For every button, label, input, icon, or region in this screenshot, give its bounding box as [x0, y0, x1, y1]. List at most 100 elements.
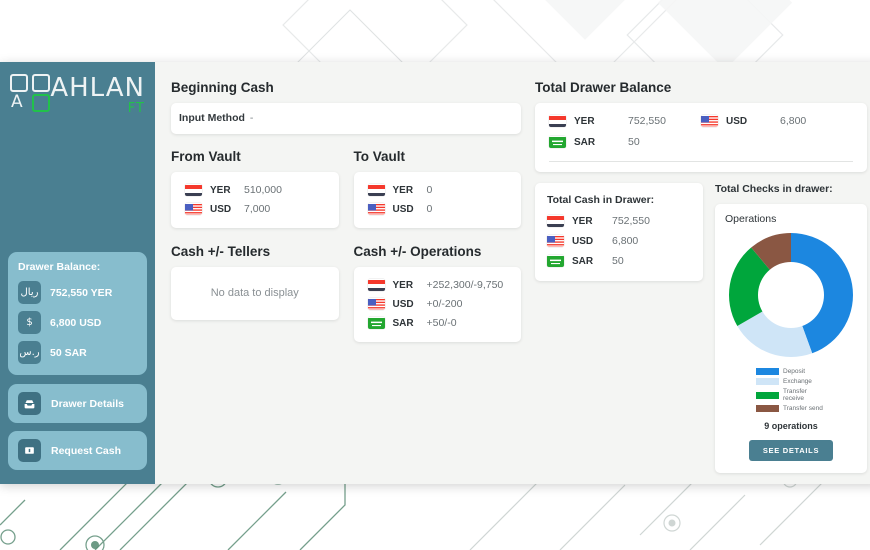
- total-drawer-balance-title: Total Drawer Balance: [535, 80, 672, 95]
- drawer-details-button[interactable]: Drawer Details: [8, 384, 147, 423]
- total-balance-cell: USD 6,800: [701, 115, 853, 127]
- request-cash-label: Request Cash: [51, 444, 122, 457]
- usa-flag: [185, 203, 202, 215]
- chart-legend: Deposit Exchange Transfer receive Transf…: [725, 368, 857, 412]
- currency-value: 752,550: [612, 215, 650, 227]
- currency-value: 752,550: [628, 115, 666, 127]
- sidebar-bottom: Drawer Balance: ريال 752,550 YER $ 6,800…: [0, 252, 155, 484]
- yemen-flag: [367, 184, 385, 196]
- currency-code: YER: [392, 279, 414, 291]
- operations-chart-title: Operations: [725, 213, 777, 225]
- input-method-field[interactable]: Input Method -: [171, 103, 521, 134]
- total-drawer-balance-card: YER 752,550 USD 6,800 SAR 50: [535, 103, 867, 172]
- currency-code: SAR: [392, 317, 414, 329]
- to-vault-title: To Vault: [353, 149, 406, 164]
- usa-flag: [367, 298, 385, 310]
- drawer-balance-card: Drawer Balance: ريال 752,550 YER $ 6,800…: [8, 252, 147, 375]
- checks-column: Total Checks in drawer: Operations Depos…: [715, 183, 867, 473]
- currency-value: +50/-0: [426, 317, 457, 329]
- legend-item-transfer-send: Transfer send: [756, 405, 826, 412]
- currency-code: YER: [210, 184, 231, 196]
- currency-value: 7,000: [244, 203, 271, 215]
- currency-value: 6,800: [780, 115, 807, 127]
- brand-name: AHLAN: [50, 73, 145, 103]
- usa-flag: [367, 203, 385, 215]
- legend-swatch: [756, 391, 779, 399]
- cash-operations-card: YER +252,300/-9,750 USD +0/-200 SAR +50/…: [353, 267, 521, 342]
- drawer-balance-title: Drawer Balance:: [18, 261, 101, 273]
- usa-flag: [547, 235, 564, 247]
- drawer-balance-usd: 6,800 USD: [50, 316, 102, 329]
- card-divider: [549, 161, 853, 162]
- total-cash-in-drawer-card: Total Cash in Drawer: YER 752,550 USD 6,…: [535, 183, 703, 281]
- currency-code: USD: [726, 115, 748, 127]
- legend-label: Transfer send: [783, 405, 823, 412]
- to-vault-card: YER 0 USD 0: [353, 172, 521, 228]
- currency-value: +0/-200: [426, 298, 463, 310]
- currency-value: +252,300/-9,750: [426, 279, 504, 291]
- legend-label: Exchange: [783, 378, 812, 385]
- currency-row: USD 7,000: [185, 203, 327, 215]
- currency-code: USD: [572, 235, 594, 247]
- beginning-cash-title: Beginning Cash: [171, 80, 274, 95]
- main-content: Beginning Cash Input Method - From Vault: [155, 62, 870, 484]
- currency-value: 0: [426, 184, 433, 196]
- currency-value: 50: [612, 255, 624, 267]
- legend-item-transfer-receive: Transfer receive: [756, 388, 826, 402]
- request-cash-button[interactable]: Request Cash: [8, 431, 147, 470]
- saudi-flag: [549, 136, 566, 148]
- total-checks-in-drawer-title: Total Checks in drawer:: [715, 183, 833, 195]
- yemen-flag: [367, 279, 385, 291]
- legend-item-exchange: Exchange: [756, 378, 826, 385]
- saudi-flag: [367, 317, 385, 329]
- currency-value: 0: [426, 203, 433, 215]
- input-method-label: Input Method: [179, 112, 245, 124]
- app-window: A AHLAN FT Drawer Balance: ريال 752,550 …: [0, 62, 870, 484]
- cash-tellers-empty-message: No data to display: [210, 287, 299, 299]
- from-vault-card: YER 510,000 USD 7,000: [171, 172, 339, 228]
- yemen-flag: [547, 215, 564, 227]
- legend-swatch: [756, 368, 779, 375]
- currency-code: USD: [210, 203, 232, 215]
- currency-row: YER +252,300/-9,750: [367, 279, 512, 291]
- currency-row: USD +0/-200: [367, 298, 512, 310]
- currency-code: YER: [572, 215, 593, 227]
- cash-operations-title: Cash +/- Operations: [353, 244, 482, 259]
- currency-row: SAR +50/-0: [367, 317, 512, 329]
- drawer-balance-yer: 752,550 YER: [50, 286, 113, 299]
- cash-row: SAR 50: [547, 255, 691, 267]
- input-method-value: -: [249, 112, 254, 124]
- legend-label: Transfer receive: [783, 388, 807, 402]
- brand-letter: A: [11, 92, 23, 112]
- right-column: Total Drawer Balance YER 752,550 USD 6,8…: [535, 80, 867, 474]
- currency-value: 50: [628, 136, 640, 148]
- currency-row: YER 510,000: [185, 184, 327, 196]
- currency-row: USD 0: [367, 203, 510, 215]
- banknote-icon: [18, 439, 41, 462]
- legend-label: Deposit: [783, 368, 806, 375]
- total-balance-cell: SAR 50: [549, 136, 701, 148]
- currency-code: SAR: [572, 255, 594, 267]
- drawer-details-label: Drawer Details: [51, 397, 124, 410]
- legend-swatch: [756, 378, 779, 385]
- currency-row: YER 0: [367, 184, 510, 196]
- inbox-icon: [18, 392, 41, 415]
- yemen-flag: [185, 184, 202, 196]
- currency-code: SAR: [574, 136, 596, 148]
- cash-tellers-title: Cash +/- Tellers: [171, 244, 271, 259]
- left-column: Beginning Cash Input Method - From Vault: [171, 80, 521, 474]
- currency-value: 6,800: [612, 235, 639, 247]
- drawer-balance-row: ر.س 50 SAR: [18, 341, 137, 364]
- currency-code: YER: [392, 184, 414, 196]
- legend-item-deposit: Deposit: [756, 368, 826, 375]
- cash-row: USD 6,800: [547, 235, 691, 247]
- cash-tellers-card: No data to display: [171, 267, 339, 320]
- drawer-balance-row: $ 6,800 USD: [18, 311, 137, 334]
- currency-code: USD: [392, 298, 414, 310]
- currency-code: USD: [392, 203, 414, 215]
- saudi-flag: [547, 255, 564, 267]
- currency-value: 510,000: [244, 184, 282, 196]
- beginning-cash-card: Input Method -: [171, 103, 521, 134]
- yer-riyal-icon: ريال: [18, 281, 41, 304]
- see-details-button[interactable]: SEE DETAILS: [748, 440, 834, 461]
